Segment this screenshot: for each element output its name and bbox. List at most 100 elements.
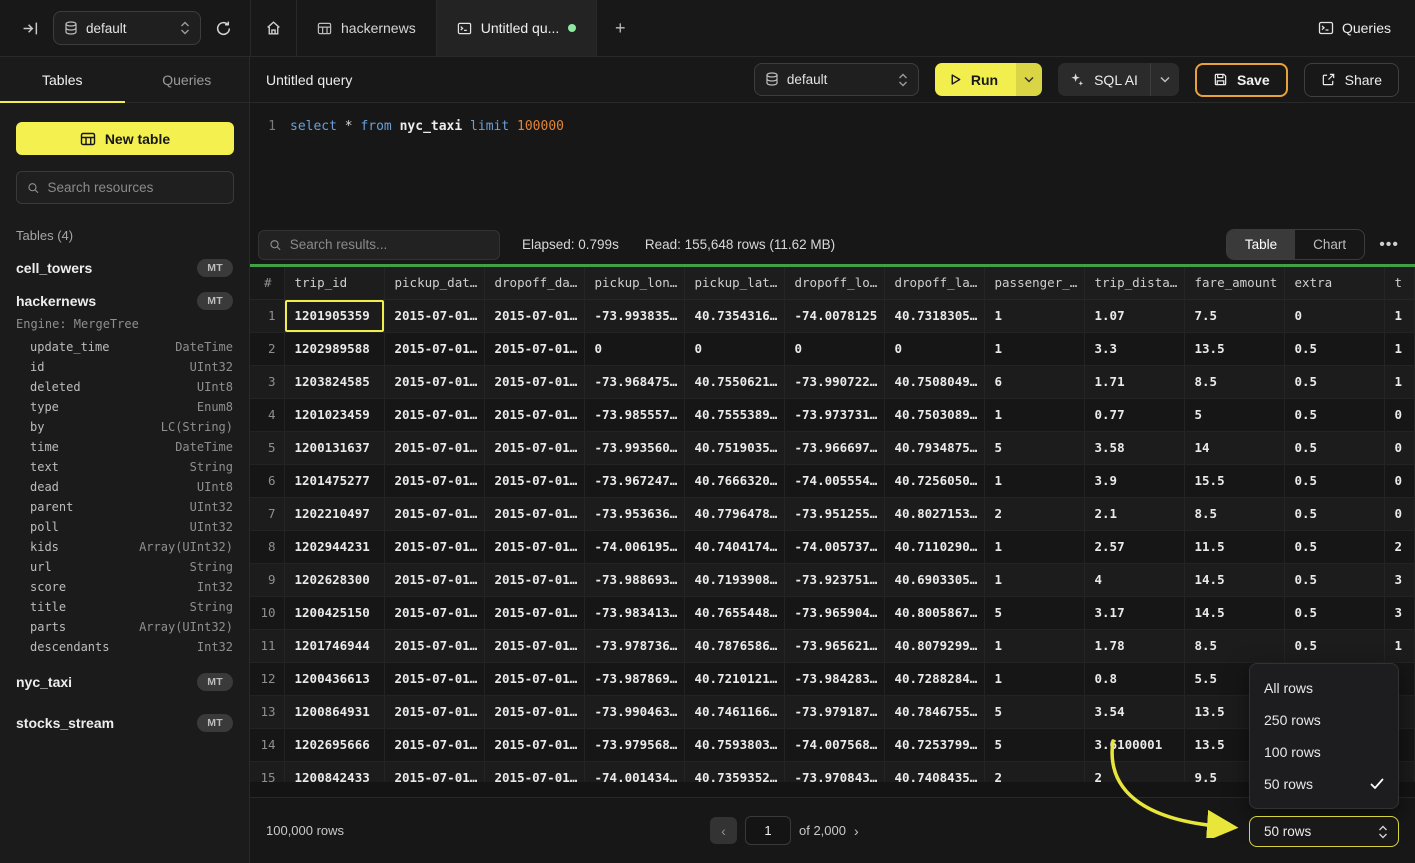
grid-cell[interactable]: -74.001434…: [584, 761, 684, 782]
grid-cell[interactable]: -74.005737…: [784, 530, 884, 563]
grid-cell[interactable]: -73.993560…: [584, 431, 684, 464]
grid-cell[interactable]: 0.5: [1284, 497, 1384, 530]
grid-cell[interactable]: 2015-07-01…: [484, 530, 584, 563]
page-size-option[interactable]: All rows: [1250, 672, 1398, 704]
grid-cell[interactable]: 40.7354316…: [684, 299, 784, 332]
grid-cell[interactable]: 0: [584, 332, 684, 365]
page-size-option[interactable]: 250 rows: [1250, 704, 1398, 736]
grid-cell[interactable]: 0.5: [1284, 530, 1384, 563]
grid-cell[interactable]: -73.923751…: [784, 563, 884, 596]
grid-cell[interactable]: 2015-07-01…: [384, 365, 484, 398]
grid-cell[interactable]: 14.5: [1184, 563, 1284, 596]
grid-cell[interactable]: -73.978736…: [584, 629, 684, 662]
grid-cell[interactable]: 8.5: [1184, 497, 1284, 530]
grid-cell[interactable]: 2015-07-01…: [484, 596, 584, 629]
grid-cell[interactable]: 0: [684, 332, 784, 365]
grid-column-header[interactable]: dropoff_la…: [884, 267, 984, 299]
grid-cell[interactable]: -73.979187…: [784, 695, 884, 728]
grid-cell[interactable]: -73.993835…: [584, 299, 684, 332]
overflow-menu-icon[interactable]: •••: [1365, 236, 1415, 254]
grid-cell[interactable]: 40.7408435…: [884, 761, 984, 782]
grid-column-header[interactable]: pickup_lon…: [584, 267, 684, 299]
grid-cell[interactable]: 40.7461166…: [684, 695, 784, 728]
grid-cell[interactable]: 2015-07-01…: [484, 695, 584, 728]
grid-cell[interactable]: 2: [1084, 761, 1184, 782]
grid-cell[interactable]: 2015-07-01…: [484, 662, 584, 695]
grid-cell[interactable]: 1200425150: [284, 596, 384, 629]
new-tab-button[interactable]: +: [597, 0, 643, 56]
grid-cell[interactable]: 40.7666320…: [684, 464, 784, 497]
grid-cell[interactable]: 5: [984, 596, 1084, 629]
grid-cell[interactable]: 0.5: [1284, 431, 1384, 464]
grid-cell[interactable]: 40.7519035…: [684, 431, 784, 464]
next-page-button[interactable]: ›: [854, 823, 859, 839]
sidebar-item-nyc-taxi[interactable]: nyc_taxi MT: [16, 665, 233, 698]
grid-cell[interactable]: 2015-07-01…: [384, 497, 484, 530]
grid-column-header[interactable]: passenger_…: [984, 267, 1084, 299]
grid-cell[interactable]: 1: [1384, 365, 1415, 398]
grid-cell[interactable]: 8.5: [1184, 629, 1284, 662]
grid-cell[interactable]: 40.7846755…: [884, 695, 984, 728]
grid-cell[interactable]: -73.979568…: [584, 728, 684, 761]
grid-cell[interactable]: 2015-07-01…: [484, 365, 584, 398]
grid-cell[interactable]: 2015-07-01…: [484, 431, 584, 464]
grid-cell[interactable]: 1203824585: [284, 365, 384, 398]
grid-cell[interactable]: 3.58: [1084, 431, 1184, 464]
grid-cell[interactable]: -73.983413…: [584, 596, 684, 629]
grid-column-header[interactable]: dropoff_da…: [484, 267, 584, 299]
new-table-button[interactable]: New table: [16, 122, 234, 155]
grid-cell[interactable]: 40.7550621…: [684, 365, 784, 398]
grid-cell[interactable]: 2: [1384, 530, 1415, 563]
grid-cell[interactable]: 40.7503089…: [884, 398, 984, 431]
grid-cell[interactable]: 40.7359352…: [684, 761, 784, 782]
grid-cell[interactable]: -73.965621…: [784, 629, 884, 662]
grid-cell[interactable]: 2015-07-01…: [484, 332, 584, 365]
grid-cell[interactable]: 0: [1384, 398, 1415, 431]
grid-cell[interactable]: 7.5: [1184, 299, 1284, 332]
sidebar-tab-tables[interactable]: Tables: [0, 57, 125, 102]
grid-cell[interactable]: 1: [1384, 629, 1415, 662]
grid-cell[interactable]: 1.07: [1084, 299, 1184, 332]
grid-cell[interactable]: 1: [984, 629, 1084, 662]
grid-cell[interactable]: -73.990722…: [784, 365, 884, 398]
sidebar-item-cell-towers[interactable]: cell_towers MT: [16, 251, 233, 284]
grid-cell[interactable]: 0.5: [1284, 332, 1384, 365]
grid-column-header[interactable]: extra: [1284, 267, 1384, 299]
grid-cell[interactable]: -73.987869…: [584, 662, 684, 695]
grid-cell[interactable]: 2015-07-01…: [384, 563, 484, 596]
grid-cell[interactable]: 0: [1384, 497, 1415, 530]
grid-cell[interactable]: 2015-07-01…: [384, 695, 484, 728]
grid-cell[interactable]: 1200842433: [284, 761, 384, 782]
share-button[interactable]: Share: [1304, 63, 1399, 97]
grid-cell[interactable]: 1.71: [1084, 365, 1184, 398]
grid-cell[interactable]: -73.990463…: [584, 695, 684, 728]
grid-cell[interactable]: 40.6903305…: [884, 563, 984, 596]
grid-cell[interactable]: 1202944231: [284, 530, 384, 563]
grid-cell[interactable]: 1202210497: [284, 497, 384, 530]
collapse-left-icon[interactable]: [22, 20, 39, 37]
grid-cell[interactable]: 2015-07-01…: [384, 299, 484, 332]
grid-cell[interactable]: 40.7256050…: [884, 464, 984, 497]
tab-hackernews[interactable]: hackernews: [297, 0, 437, 56]
grid-cell[interactable]: 40.7318305…: [884, 299, 984, 332]
grid-cell[interactable]: 1201023459: [284, 398, 384, 431]
grid-cell[interactable]: 2: [984, 761, 1084, 782]
grid-cell[interactable]: 0: [884, 332, 984, 365]
grid-column-header[interactable]: #: [250, 267, 284, 299]
grid-column-header[interactable]: trip_dista…: [1084, 267, 1184, 299]
grid-cell[interactable]: 40.7593803…: [684, 728, 784, 761]
page-size-select[interactable]: 50 rows: [1249, 816, 1399, 847]
grid-cell[interactable]: 2015-07-01…: [484, 629, 584, 662]
grid-cell[interactable]: 1: [1384, 332, 1415, 365]
page-size-option[interactable]: 50 rows: [1250, 768, 1398, 800]
grid-cell[interactable]: 2015-07-01…: [484, 497, 584, 530]
results-search-input[interactable]: [290, 237, 489, 252]
grid-cell[interactable]: 2015-07-01…: [384, 464, 484, 497]
run-button[interactable]: Run: [935, 63, 1016, 96]
run-options-button[interactable]: [1016, 63, 1042, 96]
grid-cell[interactable]: -73.951255…: [784, 497, 884, 530]
grid-cell[interactable]: 3.9: [1084, 464, 1184, 497]
refresh-icon[interactable]: [215, 20, 232, 37]
grid-cell[interactable]: 3.6100001: [1084, 728, 1184, 761]
grid-cell[interactable]: 2015-07-01…: [384, 332, 484, 365]
